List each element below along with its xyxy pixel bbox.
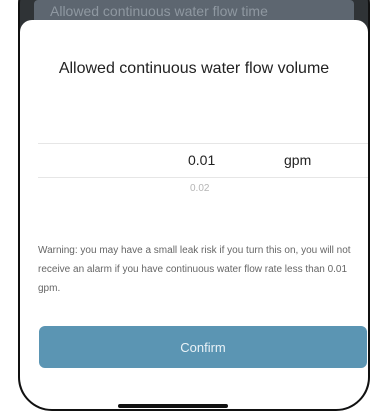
picker-selected-value[interactable]: 0.01 [188,152,215,168]
background-setting-label: Allowed continuous water flow time [50,3,268,19]
bottom-sheet: Allowed continuous water flow volume 0.0… [20,20,368,409]
device-frame: Allowed continuous water flow time Allow… [18,0,370,411]
picker-divider-top [38,143,368,144]
picker-next-value[interactable]: 0.02 [190,183,209,194]
screen: Allowed continuous water flow time Allow… [0,0,370,413]
confirm-button[interactable]: Confirm [39,326,367,368]
picker-unit[interactable]: gpm [284,152,311,168]
picker-divider-bottom [38,177,368,178]
home-indicator [118,404,228,408]
sheet-title: Allowed continuous water flow volume [58,60,330,77]
warning-text: Warning: you may have a small leak risk … [38,245,351,294]
